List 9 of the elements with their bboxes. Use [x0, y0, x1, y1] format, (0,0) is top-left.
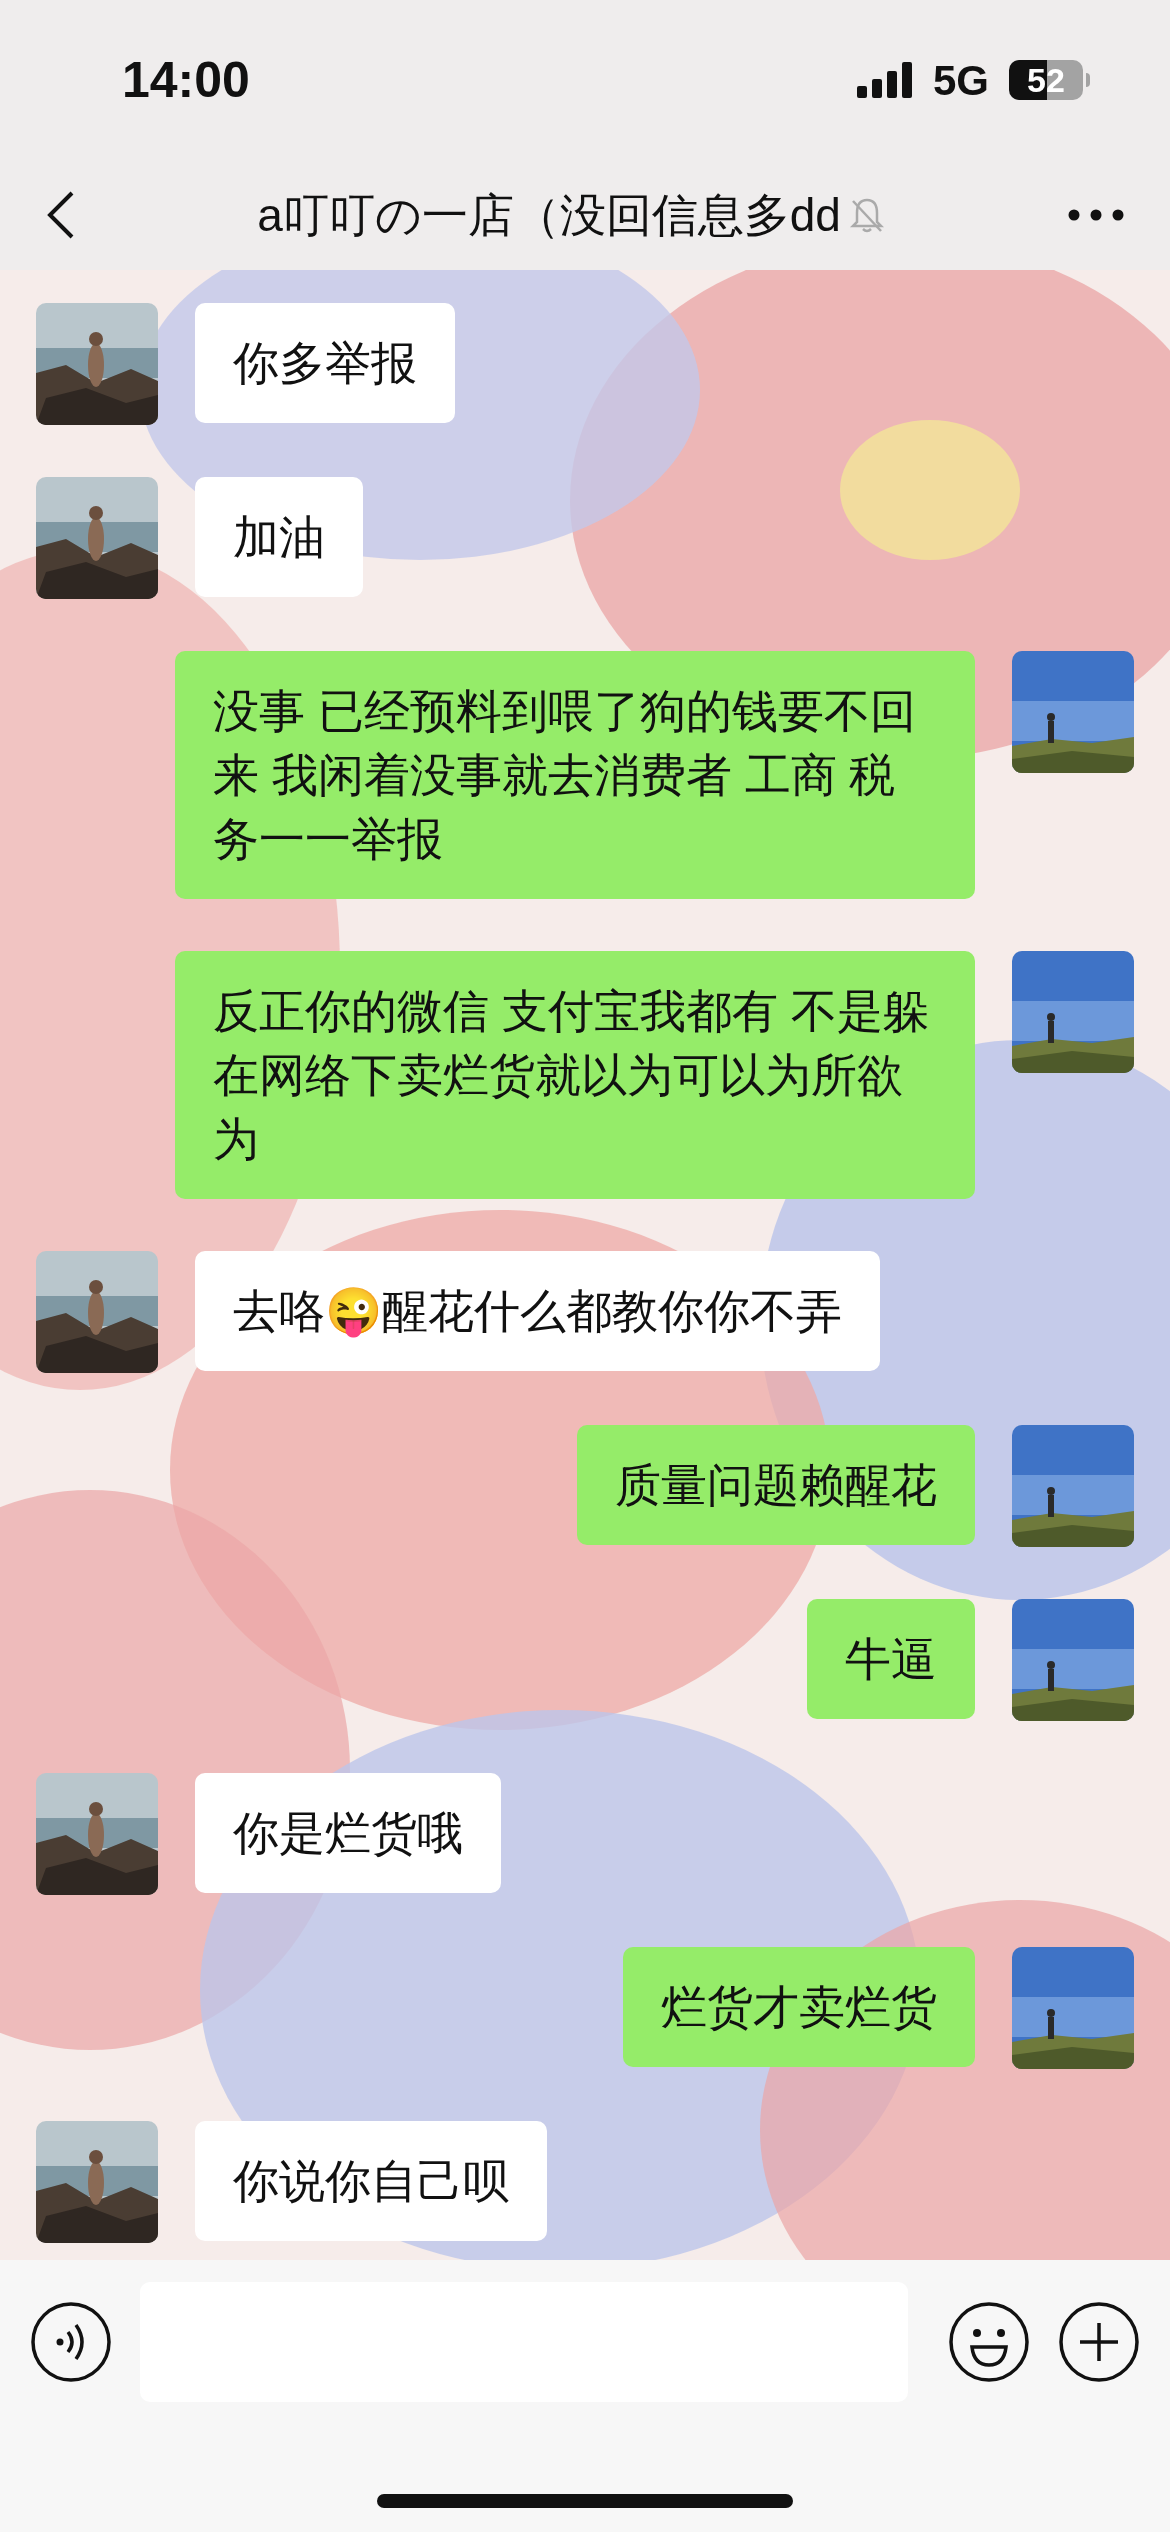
back-icon[interactable] [46, 190, 76, 240]
status-time: 14:00 [122, 50, 250, 110]
emoji-icon[interactable] [948, 2301, 1030, 2383]
voice-icon[interactable] [30, 2301, 112, 2383]
add-icon[interactable] [1058, 2301, 1140, 2383]
chat-title: a叮叮の一店（没回信息多dd [257, 187, 841, 243]
more-icon[interactable] [1068, 209, 1124, 221]
network-label: 5G [932, 55, 989, 106]
signal-icon [856, 62, 913, 98]
